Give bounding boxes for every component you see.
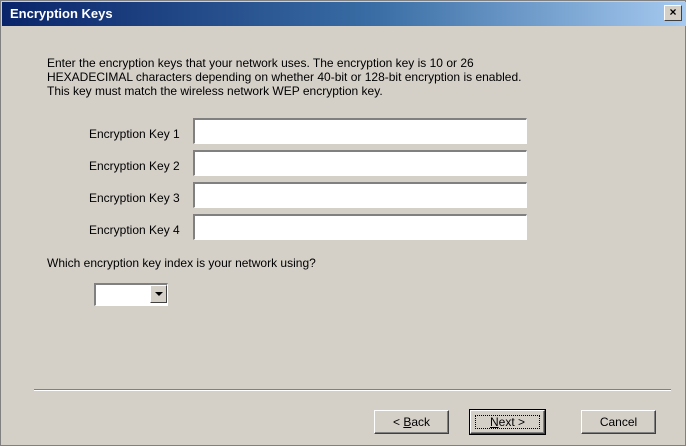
encryption-keys-dialog: Encryption Keys × Enter the encryption k… bbox=[0, 0, 686, 446]
encryption-key-2-label: Encryption Key 2 bbox=[89, 159, 180, 173]
encryption-key-2-field[interactable] bbox=[193, 150, 527, 176]
close-icon: × bbox=[669, 5, 677, 19]
key-index-question: Which encryption key index is your netwo… bbox=[47, 256, 316, 270]
encryption-key-1-label: Encryption Key 1 bbox=[89, 127, 180, 141]
encryption-key-3-label: Encryption Key 3 bbox=[89, 191, 180, 205]
next-button[interactable]: Next > bbox=[469, 409, 546, 435]
instructions-line-2: HEXADECIMAL characters depending on whet… bbox=[47, 70, 522, 84]
instructions-line-1: Enter the encryption keys that your netw… bbox=[47, 56, 474, 70]
button-separator bbox=[34, 389, 671, 391]
instructions-line-3: This key must match the wireless network… bbox=[47, 84, 383, 98]
chevron-down-icon[interactable] bbox=[150, 285, 167, 303]
title-bar[interactable]: Encryption Keys × bbox=[2, 2, 686, 26]
encryption-key-3-field[interactable] bbox=[193, 182, 527, 208]
encryption-key-4-label: Encryption Key 4 bbox=[89, 223, 180, 237]
focus-indicator bbox=[475, 415, 540, 429]
close-button[interactable]: × bbox=[664, 5, 682, 21]
back-button[interactable]: < Back bbox=[374, 410, 449, 434]
encryption-key-4-field[interactable] bbox=[193, 214, 527, 240]
cancel-button[interactable]: Cancel bbox=[581, 410, 656, 434]
back-label-rest: ack bbox=[411, 415, 431, 429]
instructions-text: Enter the encryption keys that your netw… bbox=[47, 56, 647, 98]
key-index-select[interactable] bbox=[94, 283, 168, 306]
encryption-key-1-field[interactable] bbox=[193, 118, 527, 144]
back-prefix: < bbox=[392, 415, 404, 429]
dialog-title: Encryption Keys bbox=[10, 6, 113, 21]
